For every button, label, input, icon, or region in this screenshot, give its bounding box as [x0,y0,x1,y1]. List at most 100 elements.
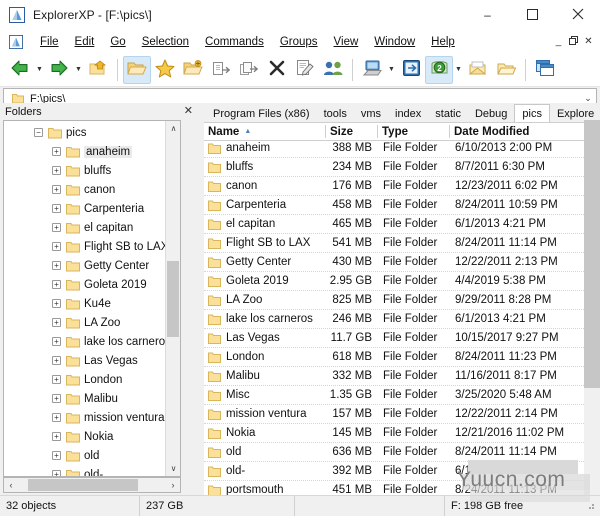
tab-debug[interactable]: Debug [468,106,514,122]
file-list-scrollbar[interactable] [584,120,600,495]
table-row[interactable]: LA Zoo825 MBFile Folder9/29/2011 8:28 PM [204,291,584,310]
expand-icon[interactable]: + [52,261,61,270]
expand-icon[interactable]: + [52,318,61,327]
back-dropdown[interactable]: ▼ [34,57,45,83]
expand-icon[interactable]: + [52,470,61,477]
tree-node[interactable]: +bluffs [4,161,180,180]
tree-node[interactable]: +LA Zoo [4,313,180,332]
tree-node[interactable]: +mission ventura [4,408,180,427]
folders-close-icon[interactable]: ✕ [184,106,193,117]
menu-window[interactable]: Window [366,34,423,50]
expand-icon[interactable]: + [52,166,61,175]
tree-node[interactable]: +Malibu [4,389,180,408]
table-row[interactable]: London618 MBFile Folder8/24/2011 11:23 P… [204,348,584,367]
tree-scroll-down-button[interactable]: ∨ [166,461,181,476]
open-folder-button[interactable] [123,56,151,84]
tab-static[interactable]: static [428,106,468,122]
tree-node[interactable]: +Nokia [4,427,180,446]
delete-button[interactable] [263,56,291,84]
table-row[interactable]: el capitan465 MBFile Folder6/1/2013 4:21… [204,215,584,234]
tree-node[interactable]: +Carpenteria [4,199,180,218]
open-file-button[interactable] [464,56,492,84]
table-row[interactable]: anaheim388 MBFile Folder6/10/2013 2:00 P… [204,139,584,158]
tree-vertical-scrollbar[interactable]: ∧ ∨ [165,121,180,476]
maximize-button[interactable] [510,0,555,30]
mdi-app-icon[interactable] [9,35,23,49]
my-computer-button[interactable] [358,56,386,84]
tab-pics[interactable]: pics [514,104,550,122]
close-button[interactable] [555,0,600,30]
tree-scrollbar-thumb[interactable] [167,261,179,337]
tree-node[interactable]: +Las Vegas [4,351,180,370]
file-list-scrollbar-thumb[interactable] [584,120,600,388]
expand-icon[interactable]: + [52,280,61,289]
tree-hscrollbar-thumb[interactable] [28,479,138,491]
tree-node[interactable]: +Ku4e [4,294,180,313]
table-row[interactable]: canon176 MBFile Folder12/23/2011 6:02 PM [204,177,584,196]
users-button[interactable] [319,56,347,84]
menu-file[interactable]: File [32,34,67,50]
refresh-view-button[interactable] [397,56,425,84]
tree-scroll-left-button[interactable]: ‹ [4,480,18,490]
table-row[interactable]: Nokia145 MBFile Folder12/21/2016 11:02 P… [204,424,584,443]
mdi-restore-button[interactable] [566,35,581,49]
folder-tree[interactable]: −pics+anaheim+bluffs+canon+Carpenteria+e… [3,120,181,477]
folder-open-button[interactable] [492,56,520,84]
tree-hscroll-track[interactable] [18,478,166,492]
expand-icon[interactable]: + [52,185,61,194]
tree-node[interactable]: +London [4,370,180,389]
expand-icon[interactable]: + [52,299,61,308]
window-list-button[interactable] [531,56,559,84]
copy-to-button[interactable] [207,56,235,84]
file-list[interactable]: anaheim388 MBFile Folder6/10/2013 2:00 P… [204,139,584,495]
table-row[interactable]: Getty Center430 MBFile Folder12/22/2011 … [204,253,584,272]
table-row[interactable]: Goleta 20192.95 GBFile Folder4/4/2019 5:… [204,272,584,291]
tab-vms[interactable]: vms [354,106,388,122]
menu-help[interactable]: Help [423,34,463,50]
menu-groups[interactable]: Groups [272,34,326,50]
forward-dropdown[interactable]: ▼ [73,57,84,83]
tree-node[interactable]: +Flight SB to LAX [4,237,180,256]
expand-icon[interactable]: + [52,451,61,460]
rename-button[interactable] [291,56,319,84]
tree-node[interactable]: +anaheim [4,142,180,161]
tree-horizontal-scrollbar[interactable]: ‹ › [3,477,181,493]
minimize-button[interactable]: – [465,0,510,30]
favorites-button[interactable] [151,56,179,84]
expand-icon[interactable]: + [52,204,61,213]
menu-view[interactable]: View [326,34,367,50]
refresh-button[interactable]: 2 [425,56,453,84]
table-row[interactable]: Flight SB to LAX541 MBFile Folder8/24/20… [204,234,584,253]
collapse-icon[interactable]: − [34,128,43,137]
table-row[interactable]: Las Vegas11.7 GBFile Folder10/15/2017 9:… [204,329,584,348]
tree-node[interactable]: +old- [4,465,180,477]
expand-icon[interactable]: + [52,356,61,365]
column-date-modified[interactable]: Date Modified [450,123,580,140]
menu-edit[interactable]: Edit [67,34,103,50]
column-name[interactable]: Name ▲ [204,123,326,140]
back-button[interactable] [6,56,34,84]
expand-icon[interactable]: + [52,375,61,384]
expand-icon[interactable]: + [52,223,61,232]
expand-icon[interactable]: + [52,337,61,346]
tree-node[interactable]: +old [4,446,180,465]
table-row[interactable]: lake los carneros246 MBFile Folder6/1/20… [204,310,584,329]
tab-program-files-x86[interactable]: Program Files (x86) [206,106,317,122]
table-row[interactable]: Misc1.35 GBFile Folder3/25/2020 5:48 AM [204,386,584,405]
tree-node[interactable]: +Getty Center [4,256,180,275]
tree-node[interactable]: +el capitan [4,218,180,237]
table-row[interactable]: mission ventura157 MBFile Folder12/22/20… [204,405,584,424]
tree-node[interactable]: +canon [4,180,180,199]
tree-node-root[interactable]: −pics [4,123,180,142]
up-button[interactable] [84,56,112,84]
table-row[interactable]: bluffs234 MBFile Folder8/7/2011 6:30 PM [204,158,584,177]
table-row[interactable]: Carpenteria458 MBFile Folder8/24/2011 10… [204,196,584,215]
column-type[interactable]: Type [378,123,450,140]
expand-icon[interactable]: + [52,147,61,156]
tab-index[interactable]: index [388,106,428,122]
menu-go[interactable]: Go [102,34,133,50]
forward-button[interactable] [45,56,73,84]
tree-scroll-up-button[interactable]: ∧ [166,121,181,136]
menu-selection[interactable]: Selection [134,34,197,50]
menu-commands[interactable]: Commands [197,34,272,50]
